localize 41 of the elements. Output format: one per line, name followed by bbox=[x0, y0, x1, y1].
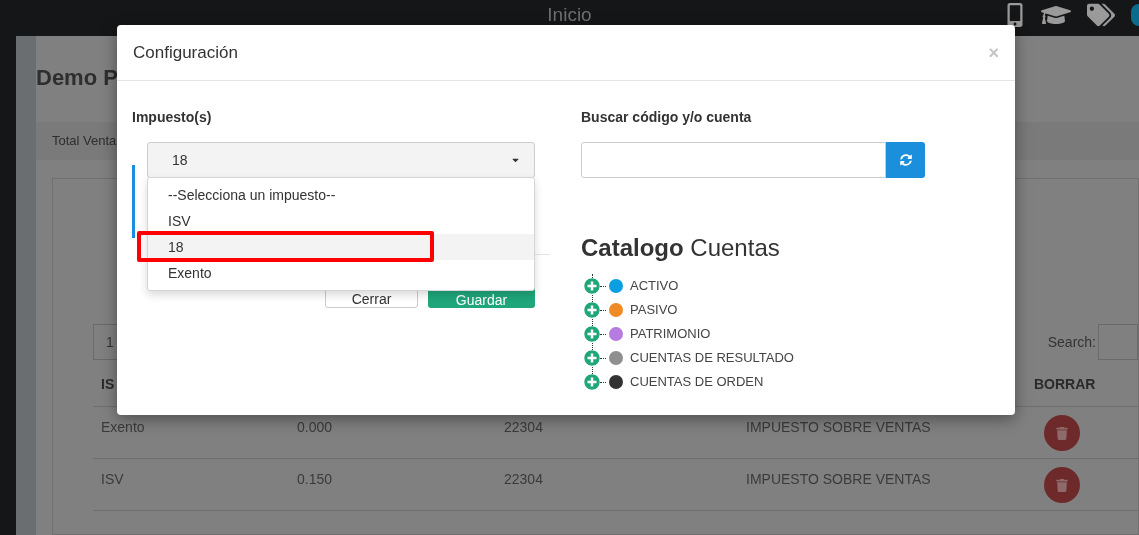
dropdown-option[interactable]: --Selecciona un impuesto-- bbox=[148, 182, 534, 208]
page-title: Inicio bbox=[547, 2, 592, 27]
plus-icon[interactable] bbox=[584, 350, 600, 366]
table-cell-text: IMPUESTO SOBRE VENTAS bbox=[745, 418, 932, 437]
plus-icon[interactable] bbox=[584, 374, 600, 390]
column-header: BORRAR bbox=[1034, 375, 1096, 394]
tree-item[interactable]: PATRIMONIO bbox=[630, 324, 711, 344]
page-heading: Demo P bbox=[36, 63, 118, 92]
plus-icon[interactable] bbox=[584, 326, 600, 342]
table-cell-text: 22304 bbox=[503, 470, 544, 489]
avatar-icon[interactable] bbox=[1131, 4, 1139, 26]
phone-icon[interactable] bbox=[1005, 3, 1025, 27]
refresh-icon bbox=[899, 154, 912, 166]
graduation-cap-icon[interactable] bbox=[1041, 3, 1071, 27]
table-cell-text: ISV bbox=[100, 470, 125, 489]
delete-button[interactable] bbox=[1044, 467, 1080, 503]
search-label: Search: bbox=[1047, 332, 1096, 352]
delete-button[interactable] bbox=[1044, 415, 1080, 451]
table-cell-text: 0.000 bbox=[296, 418, 334, 437]
tree-item[interactable]: PASIVO bbox=[630, 300, 678, 320]
table-cell-text: 22304 bbox=[503, 418, 544, 437]
table-cell-text: 0.150 bbox=[296, 470, 334, 489]
plus-icon[interactable] bbox=[584, 302, 600, 318]
tree-item[interactable]: ACTIVO bbox=[630, 276, 679, 296]
tree-item[interactable]: CUENTAS DE ORDEN bbox=[630, 372, 764, 392]
trash-icon bbox=[1056, 426, 1068, 440]
dropdown-option[interactable]: ISV bbox=[148, 208, 534, 234]
catalog-title: Catalogo Cuentas bbox=[581, 236, 781, 260]
field-label: Impuesto(s) bbox=[132, 108, 213, 127]
dropdown-option[interactable]: Exento bbox=[148, 260, 534, 286]
field-label: Buscar código y/o cuenta bbox=[581, 108, 753, 127]
tax-select[interactable]: 18 bbox=[147, 142, 535, 178]
modal-title: Configuración bbox=[133, 41, 238, 64]
table-cell-text: IMPUESTO SOBRE VENTAS bbox=[745, 470, 932, 489]
plus-icon[interactable] bbox=[584, 278, 600, 294]
refresh-button[interactable] bbox=[886, 142, 925, 178]
tree-item[interactable]: CUENTAS DE RESULTADO bbox=[630, 348, 794, 368]
tags-icon[interactable] bbox=[1087, 3, 1115, 27]
trash-icon bbox=[1056, 478, 1068, 492]
table-cell-text: Exento bbox=[100, 418, 146, 437]
column-header: IS bbox=[101, 376, 115, 392]
